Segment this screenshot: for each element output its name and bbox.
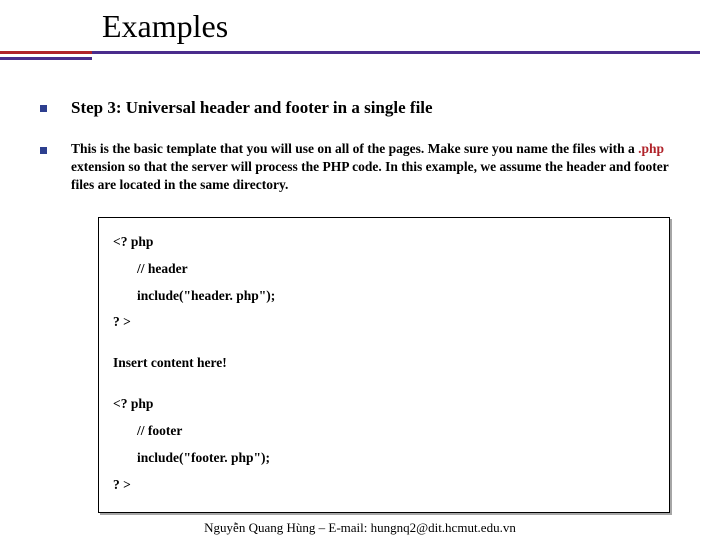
code-comment-1: // header [113, 259, 655, 280]
code-box: <? php // header include("header. php");… [98, 217, 670, 513]
code-include-1: include("header. php"); [113, 286, 655, 307]
page-title: Examples [102, 8, 720, 45]
description-row: This is the basic template that you will… [40, 140, 680, 195]
code-close-2: ? > [113, 475, 655, 496]
description-text: This is the basic template that you will… [71, 140, 680, 195]
step-heading: Step 3: Universal header and footer in a… [71, 98, 433, 118]
code-comment-2: // footer [113, 421, 655, 442]
code-open-1: <? php [113, 232, 655, 253]
slide-body: Step 3: Universal header and footer in a… [0, 70, 720, 513]
desc-before: This is the basic template that you will… [71, 141, 638, 156]
bullet-icon [40, 147, 47, 154]
rule-short [0, 57, 92, 60]
code-close-1: ? > [113, 312, 655, 333]
rule-accent [0, 51, 92, 54]
desc-highlight: .php [638, 141, 664, 156]
code-include-2: include("footer. php"); [113, 448, 655, 469]
slide-footer: Nguyễn Quang Hùng – E-mail: hungnq2@dit.… [0, 520, 720, 536]
code-content: Insert content here! [113, 353, 655, 374]
bullet-icon [40, 105, 47, 112]
slide-header: Examples [0, 0, 720, 70]
title-rules [0, 51, 720, 71]
code-open-2: <? php [113, 394, 655, 415]
step-row: Step 3: Universal header and footer in a… [40, 98, 680, 118]
rule-long [0, 51, 700, 54]
desc-after: extension so that the server will proces… [71, 159, 668, 192]
